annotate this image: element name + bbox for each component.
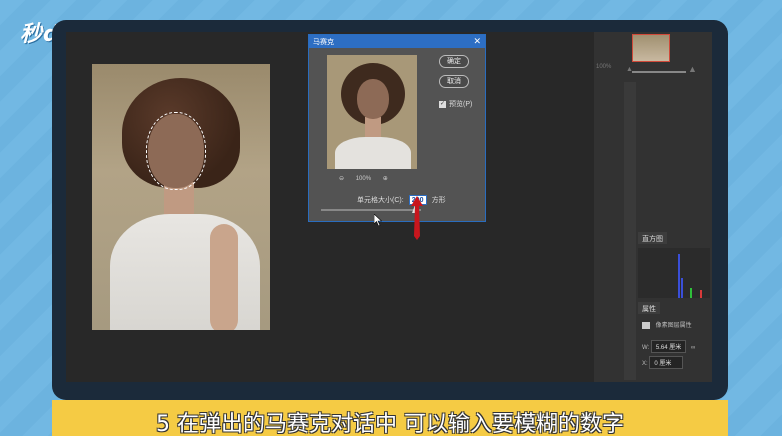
zoom-in-mountain-icon[interactable]: ▲ bbox=[688, 64, 697, 74]
tab-properties[interactable]: 属性 bbox=[638, 302, 660, 314]
cell-size-unit: 方形 bbox=[431, 197, 446, 204]
link-chain-icon[interactable]: ∞ bbox=[691, 345, 695, 351]
preview-dress bbox=[335, 137, 411, 169]
preview-checkbox-label: 预览(P) bbox=[449, 101, 473, 108]
layer-type-label: 像素图层属性 bbox=[655, 323, 692, 329]
photo-arm bbox=[210, 224, 238, 330]
cell-size-slider[interactable] bbox=[321, 209, 421, 211]
navigator-thumbnail[interactable] bbox=[632, 34, 670, 62]
preview-checkbox-row[interactable]: ✓ 预览(P) bbox=[439, 99, 472, 109]
close-icon[interactable]: ✕ bbox=[473, 36, 481, 47]
layer-type-row: 像素图层属性 bbox=[642, 320, 692, 329]
cancel-button[interactable]: 取消 bbox=[439, 75, 469, 88]
cell-size-label: 单元格大小(C): bbox=[357, 197, 404, 204]
zoom-in-icon[interactable]: ⊕ bbox=[383, 176, 388, 182]
preview-zoom-value: 100% bbox=[355, 176, 372, 182]
preview-mosaic-face bbox=[357, 79, 389, 119]
pixel-layer-icon bbox=[642, 321, 650, 329]
right-panel bbox=[594, 32, 712, 382]
selection-marquee bbox=[146, 112, 206, 190]
x-row: X: 0 厘米 bbox=[642, 356, 684, 369]
histogram-red-bar bbox=[700, 290, 702, 298]
mosaic-dialog: 马赛克 ✕ 确定 取消 ✓预览(P) ⊖ 100% ⊕ 单元格大小(C): 20… bbox=[308, 34, 486, 222]
x-field[interactable]: 0 厘米 bbox=[649, 356, 684, 369]
width-row: W: 5.64 厘米 ∞ bbox=[642, 340, 695, 353]
panel-divider bbox=[624, 82, 636, 380]
histogram-blue-peak bbox=[678, 254, 680, 298]
checkmark-icon[interactable]: ✓ bbox=[439, 100, 446, 108]
canvas-photo[interactable] bbox=[92, 64, 270, 330]
width-field[interactable]: 5.64 厘米 bbox=[650, 340, 687, 353]
histogram-chart bbox=[638, 248, 710, 298]
x-label: X: bbox=[642, 361, 648, 367]
subtitle-text: 5 在弹出的马赛克对话中 可以输入要模糊的数字 bbox=[156, 412, 624, 436]
subtitle-bar: 5 在弹出的马赛克对话中 可以输入要模糊的数字 bbox=[52, 400, 728, 436]
navigator-zoom-row: 100% ▲ ▲ bbox=[596, 64, 706, 80]
dialog-title: 马赛克 bbox=[313, 39, 334, 46]
cell-size-row: 单元格大小(C): 200 方形 bbox=[357, 195, 446, 205]
navigator-zoom-value: 100% bbox=[596, 64, 612, 70]
zoom-out-icon[interactable]: ⊖ bbox=[339, 176, 344, 182]
histogram-blue-bar bbox=[681, 278, 683, 298]
ok-button[interactable]: 确定 bbox=[439, 55, 469, 68]
dialog-titlebar[interactable]: 马赛克 ✕ bbox=[309, 35, 485, 48]
preview-neck bbox=[365, 117, 381, 139]
dialog-preview[interactable] bbox=[327, 55, 417, 169]
tab-histogram[interactable]: 直方图 bbox=[638, 232, 667, 244]
navigator-zoom-slider[interactable] bbox=[632, 71, 686, 73]
histogram-green-bar bbox=[690, 288, 692, 298]
red-pointer-marker bbox=[411, 196, 423, 240]
mouse-cursor-icon bbox=[374, 214, 382, 226]
width-label: W: bbox=[642, 345, 650, 351]
preview-zoom-controls: ⊖ 100% ⊕ bbox=[339, 175, 409, 182]
